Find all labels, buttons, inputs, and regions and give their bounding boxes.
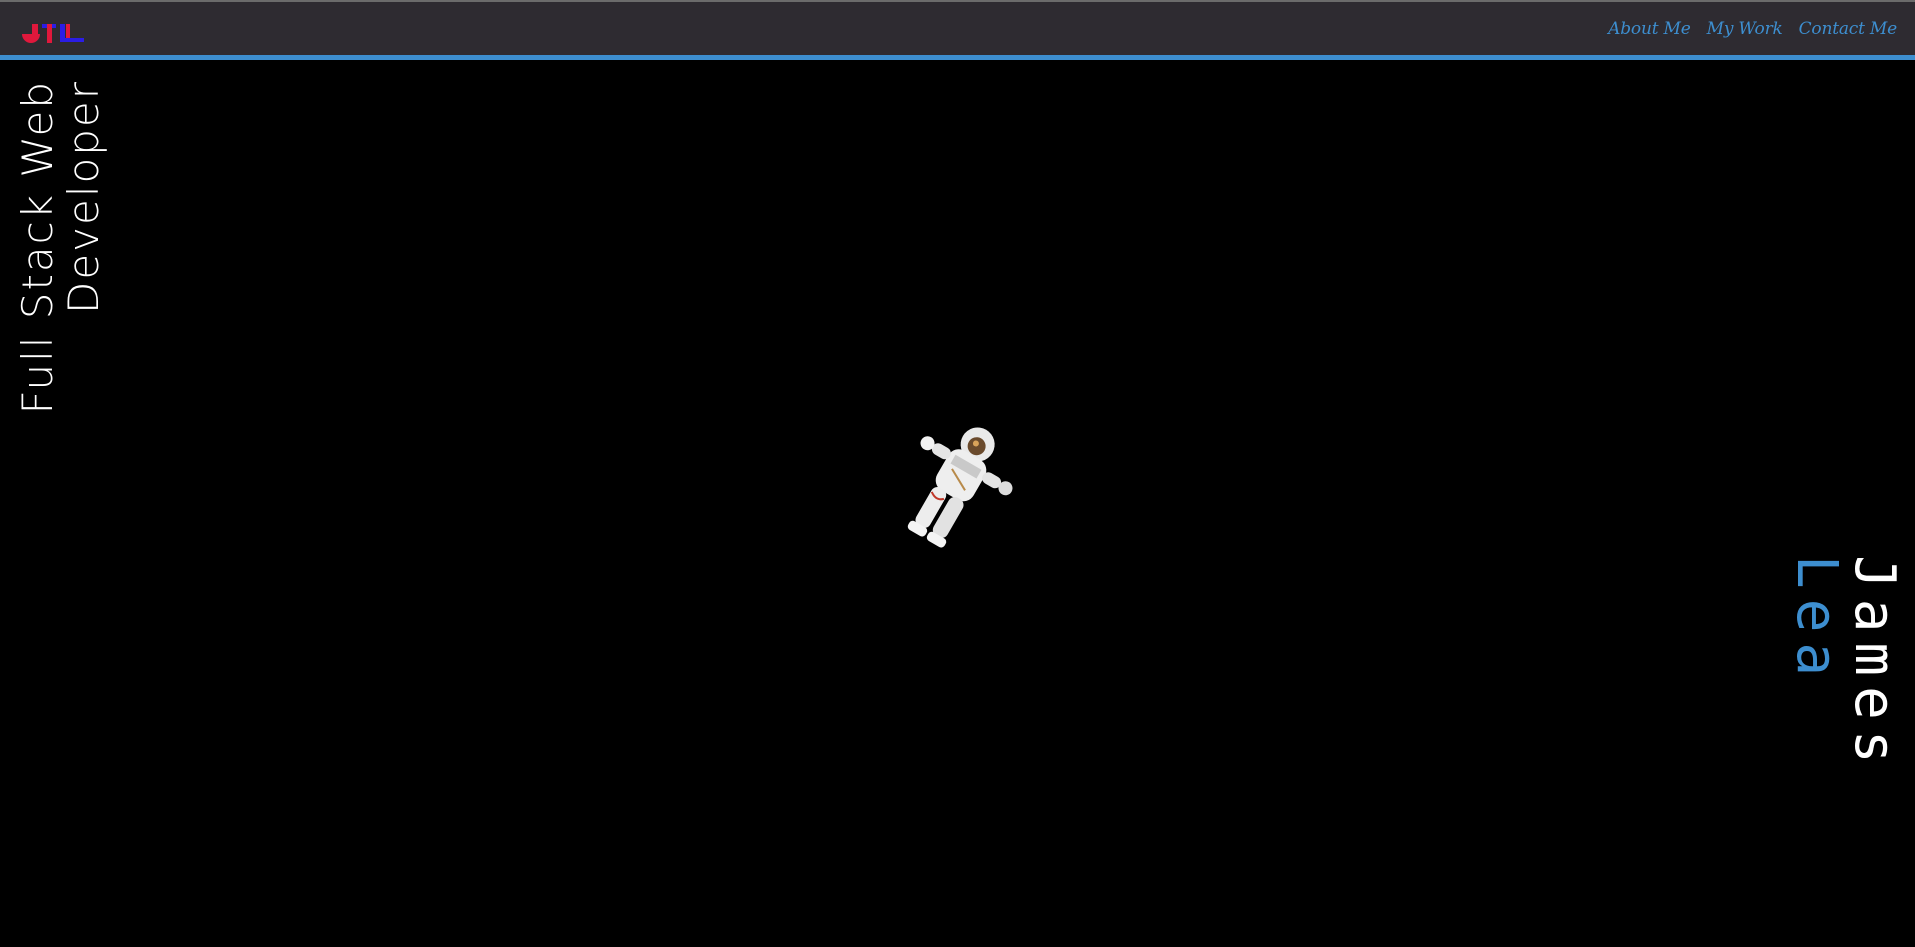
main-nav: About Me My Work Contact Me <box>1608 19 1897 39</box>
nav-link-my-work[interactable]: My Work <box>1707 19 1783 39</box>
name-first: James <box>1842 555 1907 774</box>
site-logo-icon[interactable] <box>20 20 90 46</box>
name-last: Lea <box>1784 555 1849 687</box>
nav-link-contact-me[interactable]: Contact Me <box>1799 19 1898 39</box>
hero-tagline: Full Stack Web Developer <box>13 80 108 475</box>
top-navbar: About Me My Work Contact Me <box>0 0 1915 60</box>
nav-link-about-me[interactable]: About Me <box>1608 19 1691 39</box>
hero-name: James Lea <box>1784 555 1907 875</box>
tagline-text: Full Stack Web Developer <box>13 80 108 415</box>
astronaut-image <box>907 427 1013 548</box>
